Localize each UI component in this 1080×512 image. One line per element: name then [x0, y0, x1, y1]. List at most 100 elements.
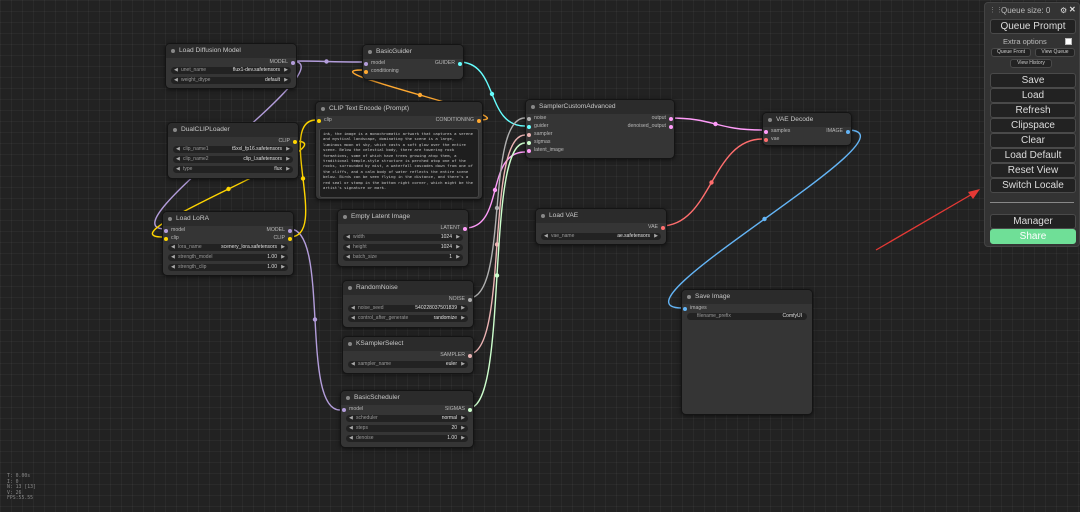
link-center-dot[interactable]	[489, 91, 495, 97]
widget-sampler-name[interactable]: ◀ sampler_name euler ▶	[348, 361, 468, 368]
extra-options-checkbox[interactable]	[1065, 38, 1072, 45]
input-slot-samples[interactable]: samples	[763, 128, 790, 135]
arrow-left-icon[interactable]: ◀	[176, 146, 180, 153]
input-slot-clip[interactable]: clip	[163, 235, 179, 242]
slot-dot[interactable]	[468, 297, 472, 302]
menu-button[interactable]: Clear	[990, 133, 1076, 148]
arrow-right-icon[interactable]: ▶	[286, 166, 290, 173]
widget-vae-name[interactable]: ◀ vae_name ae.safetensors ▶	[541, 233, 661, 240]
arrow-right-icon[interactable]: ▶	[284, 67, 288, 74]
input-slot-model[interactable]: model	[363, 60, 385, 67]
arrow-left-icon[interactable]: ◀	[544, 233, 548, 240]
arrow-right-icon[interactable]: ▶	[286, 156, 290, 163]
arrow-left-icon[interactable]: ◀	[349, 415, 353, 422]
arrow-left-icon[interactable]: ◀	[346, 244, 350, 251]
input-slot-guider[interactable]: guider	[526, 123, 548, 130]
output-slot-denoised-output[interactable]: denoised_output	[628, 123, 674, 130]
node-sampler-custom-advanced[interactable]: SamplerCustomAdvanced noise guider sampl…	[525, 99, 675, 159]
widget-filename-prefix[interactable]: filename_prefix ComfyUI	[687, 313, 807, 320]
widget-clip-name2[interactable]: ◀ clip_name2 clip_l.safetensors ▶	[173, 156, 293, 163]
widget-weight-dtype[interactable]: ◀ weight_dtype default ▶	[171, 77, 291, 84]
arrow-left-icon[interactable]: ◀	[176, 166, 180, 173]
widget-strength-model[interactable]: ◀ strength_model 1.00 ▶	[168, 254, 288, 261]
output-slot-sigmas[interactable]: SIGMAS	[445, 406, 473, 413]
arrow-right-icon[interactable]: ▶	[456, 244, 460, 251]
arrow-left-icon[interactable]: ◀	[349, 425, 353, 432]
share-button[interactable]: Share	[990, 229, 1076, 244]
arrow-left-icon[interactable]: ◀	[349, 435, 353, 442]
arrow-right-icon[interactable]: ▶	[284, 77, 288, 84]
slot-dot[interactable]	[468, 407, 472, 412]
link-center-dot[interactable]	[417, 92, 423, 98]
node-random-noise[interactable]: RandomNoise NOISE ◀ noise_seed 54022803750…	[342, 280, 474, 328]
prompt-textarea[interactable]: ink, the image is a monochromatic artwor…	[319, 128, 479, 198]
node-empty-latent-image[interactable]: Empty Latent Image LATENT ◀ width 1024 ▶ ◀ h…	[337, 209, 469, 267]
widget-noise-seed[interactable]: ◀ noise_seed 540228037501839 ▶	[348, 305, 468, 312]
node-title[interactable]: RandomNoise	[343, 281, 473, 295]
link-center-dot[interactable]	[492, 187, 498, 193]
node-title[interactable]: VAE Decode	[763, 113, 851, 127]
node-basic-guider[interactable]: BasicGuider model conditioning GUIDER	[362, 44, 464, 80]
node-title[interactable]: Save Image	[682, 290, 812, 304]
slot-dot[interactable]	[317, 118, 321, 123]
node-title[interactable]: BasicScheduler	[341, 391, 473, 405]
menu-button[interactable]: Load Default	[990, 148, 1076, 163]
link-center-dot[interactable]	[709, 180, 714, 185]
widget-clip-name1[interactable]: ◀ clip_name1 t5xxl_fp16.safetensors ▶	[173, 146, 293, 153]
arrow-right-icon[interactable]: ▶	[461, 305, 465, 312]
slot-dot[interactable]	[527, 132, 531, 137]
menu-button[interactable]: Save	[990, 73, 1076, 88]
slot-dot[interactable]	[846, 129, 850, 134]
slot-dot[interactable]	[164, 228, 168, 233]
input-slot-model[interactable]: model	[341, 406, 363, 413]
arrow-left-icon[interactable]: ◀	[171, 254, 175, 261]
input-slot-images[interactable]: images	[682, 305, 707, 312]
queue-prompt-button[interactable]: Queue Prompt	[990, 19, 1076, 34]
link-center-dot[interactable]	[300, 176, 306, 181]
arrow-right-icon[interactable]: ▶	[461, 315, 465, 322]
output-slot-clip[interactable]: CLIP	[278, 138, 298, 145]
view-history-button[interactable]: View History	[1010, 59, 1052, 68]
widget-batch-size[interactable]: ◀ batch_size 1 ▶	[343, 254, 463, 261]
node-load-diffusion-model[interactable]: Load Diffusion Model MODEL ◀ unet_name flu…	[165, 43, 297, 89]
node-basic-scheduler[interactable]: BasicScheduler model SIGMAS ◀ scheduler no…	[340, 390, 474, 448]
slot-dot[interactable]	[683, 306, 687, 311]
node-vae-decode[interactable]: VAE Decode samples vae IMAGE	[762, 112, 852, 146]
input-slot-clip[interactable]: clip	[316, 117, 332, 124]
slot-dot[interactable]	[468, 353, 472, 358]
slot-dot[interactable]	[764, 129, 768, 134]
link-center-dot[interactable]	[762, 216, 767, 222]
node-title[interactable]: KSamplerSelect	[343, 337, 473, 351]
node-clip-text-encode[interactable]: CLIP Text Encode (Prompt) clip CONDITION…	[315, 101, 483, 200]
node-ksampler-select[interactable]: KSamplerSelect SAMPLER ◀ sampler_name eule…	[342, 336, 474, 374]
arrow-left-icon[interactable]: ◀	[346, 254, 350, 261]
widget-steps[interactable]: ◀ steps 20 ▶	[346, 425, 468, 432]
view-queue-button[interactable]: View Queue	[1035, 48, 1075, 57]
arrow-right-icon[interactable]: ▶	[281, 244, 285, 251]
link-center-dot[interactable]	[324, 59, 329, 64]
graph-canvas[interactable]: Load Diffusion Model MODEL ◀ unet_name flu…	[0, 0, 1080, 512]
arrow-left-icon[interactable]: ◀	[171, 264, 175, 271]
arrow-left-icon[interactable]: ◀	[171, 244, 175, 251]
link-center-dot[interactable]	[494, 273, 500, 278]
output-slot-output[interactable]: output	[652, 115, 674, 122]
widget-lora-name[interactable]: ◀ lora_name scenery_lora.safetensors ▶	[168, 244, 288, 251]
arrow-left-icon[interactable]: ◀	[346, 234, 350, 241]
arrow-right-icon[interactable]: ▶	[281, 254, 285, 261]
arrow-right-icon[interactable]: ▶	[286, 146, 290, 153]
arrow-right-icon[interactable]: ▶	[456, 234, 460, 241]
widget-type[interactable]: ◀ type flux ▶	[173, 166, 293, 173]
slot-dot[interactable]	[293, 139, 297, 144]
link-center-dot[interactable]	[226, 186, 231, 192]
menu-button[interactable]: Load	[990, 88, 1076, 103]
arrow-right-icon[interactable]: ▶	[456, 254, 460, 261]
node-save-image[interactable]: Save Image images filename_prefix ComfyUI	[681, 289, 813, 415]
arrow-right-icon[interactable]: ▶	[461, 361, 465, 368]
slot-dot[interactable]	[527, 124, 531, 129]
arrow-left-icon[interactable]: ◀	[176, 156, 180, 163]
slot-dot[interactable]	[164, 236, 168, 241]
output-slot-latent[interactable]: LATENT	[440, 225, 468, 232]
slot-dot[interactable]	[527, 140, 531, 145]
queue-front-button[interactable]: Queue Front	[991, 48, 1031, 57]
slot-dot[interactable]	[342, 407, 346, 412]
